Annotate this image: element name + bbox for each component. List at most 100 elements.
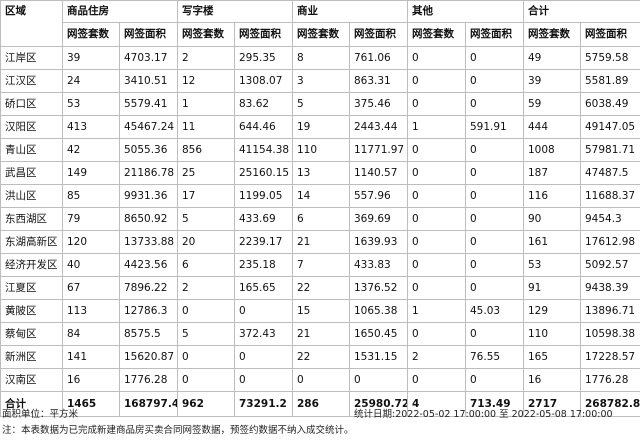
table-row: 汉南区 16 1776.28 0 0 0 0 0 0 16 1776.28 (0, 368, 640, 392)
count-cell: 5 (177, 207, 235, 231)
region-cell: 黄陂区 (0, 299, 63, 323)
count-cell: 0 (177, 299, 235, 323)
count-cell: 16 (62, 368, 120, 392)
region-cell: 汉阳区 (0, 115, 63, 139)
count-cell: 5 (177, 322, 235, 346)
area-header: 网签面积 (349, 22, 408, 47)
footer-note-line: 注：本表数据为已完成新建商品房买卖合同网签数据，预签约数据不纳入成交统计。 (0, 424, 640, 438)
count-cell: 22 (292, 276, 350, 300)
count-cell: 20 (177, 230, 235, 254)
table-body: 江岸区 39 4703.17 2 295.35 8 761.06 0 0 49 5759.58 江汉区… (0, 46, 640, 417)
area-cell: 21186.78 (119, 161, 178, 185)
table-row: 东湖高新区 120 13733.88 20 2239.17 21 1639.93 0 0 161 1… (0, 230, 640, 254)
area-cell: 5579.41 (119, 92, 178, 116)
count-cell: 856 (177, 138, 235, 162)
count-header: 网签套数 (523, 22, 581, 47)
area-cell: 3410.51 (119, 69, 178, 93)
count-cell: 6 (177, 253, 235, 277)
stat-date: 统计日期:2022-05-02 17:00:00 至 2022-05-08 17… (354, 409, 613, 420)
region-cell: 江汉区 (0, 69, 63, 93)
count-cell: 53 (62, 92, 120, 116)
count-cell: 14 (292, 184, 350, 208)
area-cell: 1308.07 (234, 69, 293, 93)
area-cell: 0 (234, 368, 293, 392)
table-row: 江汉区 24 3410.51 12 1308.07 3 863.31 0 0 39 5581.89 (0, 69, 640, 93)
area-cell: 2443.44 (349, 115, 408, 139)
count-cell: 25 (177, 161, 235, 185)
footer-info-line: 面积单位：平方米 统计日期:2022-05-02 17:00:00 至 2022… (0, 408, 640, 422)
area-cell: 8575.5 (119, 322, 178, 346)
count-cell: 21 (292, 322, 350, 346)
area-cell: 9931.36 (119, 184, 178, 208)
area-cell: 13896.71 (580, 299, 640, 323)
area-cell: 7896.22 (119, 276, 178, 300)
table-row: 黄陂区 113 12786.3 0 0 15 1065.38 1 45.03 129 13896.7… (0, 299, 640, 323)
count-cell: 39 (523, 69, 581, 93)
count-cell: 2 (177, 46, 235, 70)
count-cell: 39 (62, 46, 120, 70)
area-cell: 1199.05 (234, 184, 293, 208)
area-cell: 0 (465, 322, 524, 346)
region-cell: 青山区 (0, 138, 63, 162)
count-cell: 149 (62, 161, 120, 185)
count-cell: 0 (407, 322, 466, 346)
count-header: 网签套数 (407, 22, 466, 47)
area-cell: 1639.93 (349, 230, 408, 254)
area-cell: 9454.3 (580, 207, 640, 231)
count-cell: 90 (523, 207, 581, 231)
area-cell: 57981.71 (580, 138, 640, 162)
count-cell: 8 (292, 46, 350, 70)
count-cell: 413 (62, 115, 120, 139)
header-group-row: 区域 商品住房 写字楼 商业 其他 合计 (0, 0, 640, 47)
area-cell: 9438.39 (580, 276, 640, 300)
region-cell: 蔡甸区 (0, 322, 63, 346)
area-cell: 25160.15 (234, 161, 293, 185)
count-cell: 19 (292, 115, 350, 139)
area-header: 网签面积 (234, 22, 293, 47)
count-cell: 116 (523, 184, 581, 208)
area-cell: 47487.5 (580, 161, 640, 185)
count-cell: 0 (407, 207, 466, 231)
region-cell: 汉南区 (0, 368, 63, 392)
area-cell: 5092.57 (580, 253, 640, 277)
table-row: 汉阳区 413 45467.24 11 644.46 19 2443.44 1 591.91 44… (0, 115, 640, 139)
count-cell: 85 (62, 184, 120, 208)
area-cell: 591.91 (465, 115, 524, 139)
count-cell: 0 (292, 368, 350, 392)
table-row: 青山区 42 5055.36 856 41154.38 110 11771.97 0 0 1008… (0, 138, 640, 162)
count-cell: 59 (523, 92, 581, 116)
count-cell: 22 (292, 345, 350, 369)
region-header: 区域 (0, 0, 63, 47)
area-cell: 0 (234, 299, 293, 323)
count-cell: 3 (292, 69, 350, 93)
count-header: 网签套数 (62, 22, 120, 47)
count-cell: 6 (292, 207, 350, 231)
table-row: 经济开发区 40 4423.56 6 235.18 7 433.83 0 0 53 5092.57 (0, 253, 640, 277)
count-cell: 7 (292, 253, 350, 277)
area-cell: 0 (465, 276, 524, 300)
area-cell: 863.31 (349, 69, 408, 93)
table-row: 蔡甸区 84 8575.5 5 372.43 21 1650.45 0 0 110 10598.38 (0, 322, 640, 346)
count-cell: 1008 (523, 138, 581, 162)
area-cell: 5759.58 (580, 46, 640, 70)
group-header-residential: 商品住房 (62, 0, 178, 23)
table-row: 新洲区 141 15620.87 0 0 22 1531.15 2 76.55 165 17228.… (0, 345, 640, 369)
count-cell: 141 (62, 345, 120, 369)
sales-stats-table: 区域 商品住房 写字楼 商业 其他 合计 网签套数 网签面积 网签套数 网签面积… (0, 0, 640, 417)
table-note: 注：本表数据为已完成新建商品房买卖合同网签数据，预签约数据不纳入成交统计。 (2, 425, 354, 436)
count-cell: 13 (292, 161, 350, 185)
area-cell: 1531.15 (349, 345, 408, 369)
count-cell: 1 (407, 299, 466, 323)
region-cell: 东湖高新区 (0, 230, 63, 254)
region-cell: 武昌区 (0, 161, 63, 185)
region-cell: 江岸区 (0, 46, 63, 70)
count-cell: 5 (292, 92, 350, 116)
count-cell: 161 (523, 230, 581, 254)
area-cell: 0 (465, 207, 524, 231)
count-cell: 0 (407, 253, 466, 277)
count-cell: 16 (523, 368, 581, 392)
area-cell: 0 (465, 253, 524, 277)
area-cell: 83.62 (234, 92, 293, 116)
count-cell: 42 (62, 138, 120, 162)
area-cell: 0 (465, 92, 524, 116)
